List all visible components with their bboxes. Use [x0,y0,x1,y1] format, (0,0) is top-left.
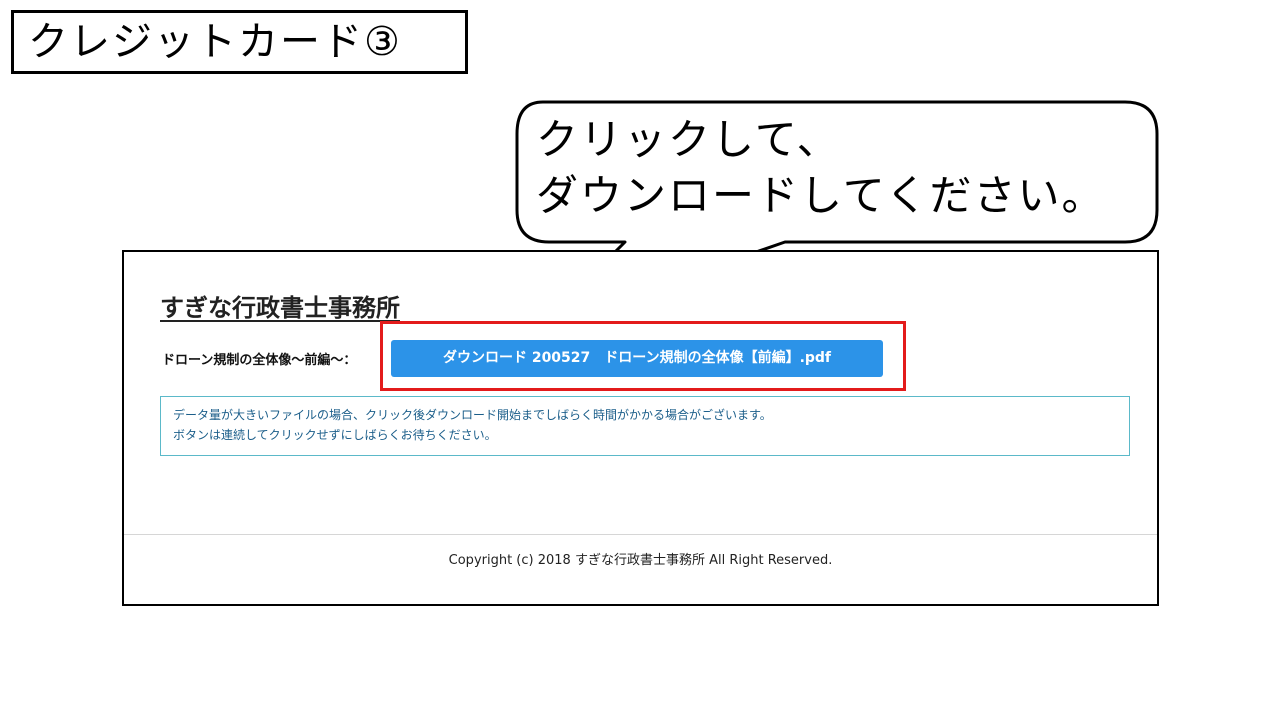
callout-line-1: クリックして、 [536,115,841,164]
callout-line-2: ダウンロードしてください。 [536,171,1106,220]
footer: Copyright (c) 2018 すぎな行政書士事務所 All Right … [124,534,1157,604]
notice-line-2: ボタンは連続してクリックせずにしばらくお待ちください。 [173,428,497,442]
copyright: Copyright (c) 2018 すぎな行政書士事務所 All Right … [448,553,833,568]
callout-text: クリックして、 ダウンロードしてください。 [536,112,1146,224]
site-title[interactable]: すぎな行政書士事務所 [160,288,400,323]
browser-screenshot: すぎな行政書士事務所 ドローン規制の全体像～前編～： ダウンロード 200527… [122,250,1159,606]
download-notice: データ量が大きいファイルの場合、クリック後ダウンロード開始までしばらく時間がかか… [160,396,1130,456]
notice-line-1: データ量が大きいファイルの場合、クリック後ダウンロード開始までしばらく時間がかか… [173,408,772,422]
slide-title: クレジットカード③ [11,10,468,74]
file-label: ドローン規制の全体像～前編～： [162,353,357,368]
download-button[interactable]: ダウンロード 200527 ドローン規制の全体像【前編】.pdf [391,340,883,377]
slide: クレジットカード③ クリックして、 ダウンロードしてください。 すぎな行政書士事… [0,0,1280,720]
